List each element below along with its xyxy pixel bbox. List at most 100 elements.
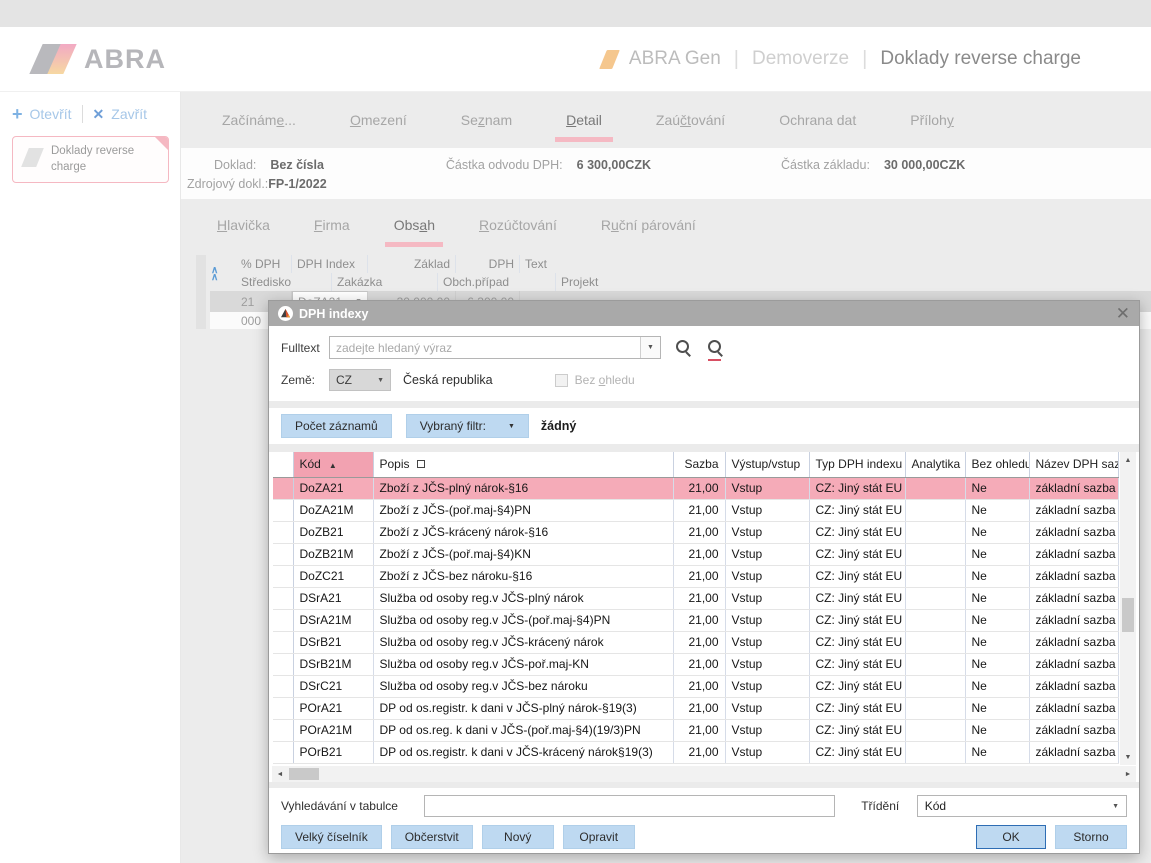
cell[interactable]: Ne	[965, 521, 1029, 543]
col-sazba[interactable]: Sazba	[673, 452, 725, 477]
cell[interactable]: Ne	[965, 653, 1029, 675]
cell[interactable]	[905, 631, 965, 653]
cell[interactable]: Služba od osoby reg.v JČS-bez nároku	[373, 675, 673, 697]
table-row[interactable]: DoZC21Zboží z JČS-bez nároku-§1621,00Vst…	[273, 565, 1119, 587]
cell[interactable]: Vstup	[725, 631, 809, 653]
cell[interactable]: Služba od osoby reg.v JČS-krácený nárok	[373, 631, 673, 653]
cell[interactable]: základní sazba	[1029, 697, 1119, 719]
cell[interactable]: POrA21	[293, 697, 373, 719]
col-zakazka[interactable]: Zakázka	[332, 273, 438, 291]
table-row[interactable]: DoZB21Zboží z JČS-krácený nárok-§1621,00…	[273, 521, 1119, 543]
cell[interactable]: základní sazba	[1029, 741, 1119, 763]
cell[interactable]: Vstup	[725, 587, 809, 609]
cell[interactable]: Vstup	[725, 697, 809, 719]
trideni-select[interactable]: Kód ▼	[917, 795, 1127, 817]
cell[interactable]: základní sazba	[1029, 675, 1119, 697]
cell[interactable]: 21,00	[673, 719, 725, 741]
obcerstvit-button[interactable]: Občerstvit	[391, 825, 473, 849]
row-selector[interactable]	[273, 653, 293, 675]
tab-zauctovani[interactable]: Zaúčtování	[629, 110, 752, 134]
tab-rucni-parovani[interactable]: Ruční párování	[579, 215, 718, 239]
cell[interactable]: DSrA21	[293, 587, 373, 609]
cell[interactable]: Ne	[965, 587, 1029, 609]
vybrany-filtr-dropdown[interactable]: Vybraný filtr: ▼	[406, 414, 529, 438]
open-button[interactable]: + Otevřít	[12, 106, 72, 122]
search-icon[interactable]	[673, 338, 693, 358]
cell[interactable]: DSrB21M	[293, 653, 373, 675]
tab-firma[interactable]: Firma	[292, 215, 372, 239]
cell[interactable]: DSrB21	[293, 631, 373, 653]
tab-ochrana-dat[interactable]: Ochrana dat	[752, 110, 883, 134]
table-row[interactable]: DSrA21Služba od osoby reg.v JČS-plný nár…	[273, 587, 1119, 609]
cell[interactable]	[905, 543, 965, 565]
cell[interactable]: Vstup	[725, 543, 809, 565]
cell[interactable]: Vstup	[725, 719, 809, 741]
opravit-button[interactable]: Opravit	[563, 825, 635, 849]
cell[interactable]: Vstup	[725, 609, 809, 631]
cell[interactable]: DoZB21M	[293, 543, 373, 565]
novy-button[interactable]: Nový	[482, 825, 554, 849]
fulltext-dropdown-icon[interactable]: ▼	[640, 337, 660, 358]
cell[interactable]: CZ: Jiný stát EU	[809, 653, 905, 675]
tab-seznam[interactable]: Seznam	[434, 110, 539, 134]
tab-omezeni[interactable]: Omezení	[323, 110, 434, 134]
tab-prilohy[interactable]: Přílohy	[883, 110, 981, 134]
cell[interactable]	[905, 675, 965, 697]
dialog-title-bar[interactable]: DPH indexy ✕	[269, 301, 1139, 326]
col-vystup-vstup[interactable]: Výstup/vstup	[725, 452, 809, 477]
cell[interactable]: DP od os.registr. k dani v JČS-plný náro…	[373, 697, 673, 719]
cell[interactable]: Zboží z JČS-(poř.maj-§4)PN	[373, 499, 673, 521]
cell[interactable]: POrA21M	[293, 719, 373, 741]
scroll-right-icon[interactable]: ►	[1120, 766, 1136, 782]
col-dph[interactable]: DPH	[456, 255, 520, 273]
row-selector[interactable]	[273, 741, 293, 763]
cell[interactable]: DSrA21M	[293, 609, 373, 631]
table-row[interactable]: DSrB21Služba od osoby reg.v JČS-krácený …	[273, 631, 1119, 653]
row-selector[interactable]	[273, 719, 293, 741]
tab-rozuctovani[interactable]: Rozúčtování	[457, 215, 579, 239]
cell[interactable]: Ne	[965, 499, 1029, 521]
cell[interactable]: DoZA21	[293, 477, 373, 499]
cell[interactable]: Zboží z JČS-plný nárok-§16	[373, 477, 673, 499]
cell[interactable]: základní sazba	[1029, 499, 1119, 521]
cell[interactable]: Ne	[965, 697, 1029, 719]
cell[interactable]: základní sazba	[1029, 587, 1119, 609]
cell[interactable]: Ne	[965, 543, 1029, 565]
cell[interactable]: Vstup	[725, 499, 809, 521]
col-analytika[interactable]: Analytika	[905, 452, 965, 477]
cell[interactable]: DSrC21	[293, 675, 373, 697]
cell[interactable]: CZ: Jiný stát EU	[809, 543, 905, 565]
cell[interactable]: 21,00	[673, 521, 725, 543]
tab-zaciname[interactable]: Začínáme...	[195, 110, 323, 134]
cell[interactable]: 21,00	[673, 543, 725, 565]
cell[interactable]	[905, 697, 965, 719]
collapse-rows-icon[interactable]: ∧∧	[211, 267, 218, 281]
cell[interactable]	[905, 653, 965, 675]
bez-ohledu-checkbox-group[interactable]: Bez ohledu	[555, 373, 635, 387]
table-row[interactable]: DSrB21MSlužba od osoby reg.v JČS-poř.maj…	[273, 653, 1119, 675]
cell[interactable]: CZ: Jiný stát EU	[809, 499, 905, 521]
cell[interactable]: Vstup	[725, 653, 809, 675]
table-row[interactable]: POrB21DP od os.registr. k dani v JČS-krá…	[273, 741, 1119, 763]
cell[interactable]: základní sazba	[1029, 631, 1119, 653]
sidebar-item-doklady-reverse-charge[interactable]: Doklady reverse charge	[12, 136, 169, 183]
cell[interactable]: DP od os.reg. k dani v JČS-(poř.maj-§4)(…	[373, 719, 673, 741]
col-stredisko[interactable]: Středisko	[236, 273, 332, 291]
table-row[interactable]: POrA21MDP od os.reg. k dani v JČS-(poř.m…	[273, 719, 1119, 741]
tab-detail[interactable]: Detail	[539, 110, 629, 134]
zeme-select[interactable]: CZ ▼	[329, 369, 391, 391]
cell[interactable]: 21,00	[673, 653, 725, 675]
cell[interactable]	[905, 499, 965, 521]
cell[interactable]: Zboží z JČS-(poř.maj-§4)KN	[373, 543, 673, 565]
fulltext-input[interactable]	[330, 341, 640, 355]
scroll-left-icon[interactable]: ◄	[272, 766, 288, 782]
cell[interactable]	[905, 741, 965, 763]
row-selector[interactable]	[273, 697, 293, 719]
cell[interactable]: Služba od osoby reg.v JČS-plný nárok	[373, 587, 673, 609]
cell[interactable]: Zboží z JČS-bez nároku-§16	[373, 565, 673, 587]
table-row[interactable]: POrA21DP od os.registr. k dani v JČS-pln…	[273, 697, 1119, 719]
cell[interactable]	[905, 477, 965, 499]
col-zaklad[interactable]: Základ	[368, 255, 456, 273]
row-selector[interactable]	[273, 587, 293, 609]
cell[interactable]: CZ: Jiný stát EU	[809, 609, 905, 631]
